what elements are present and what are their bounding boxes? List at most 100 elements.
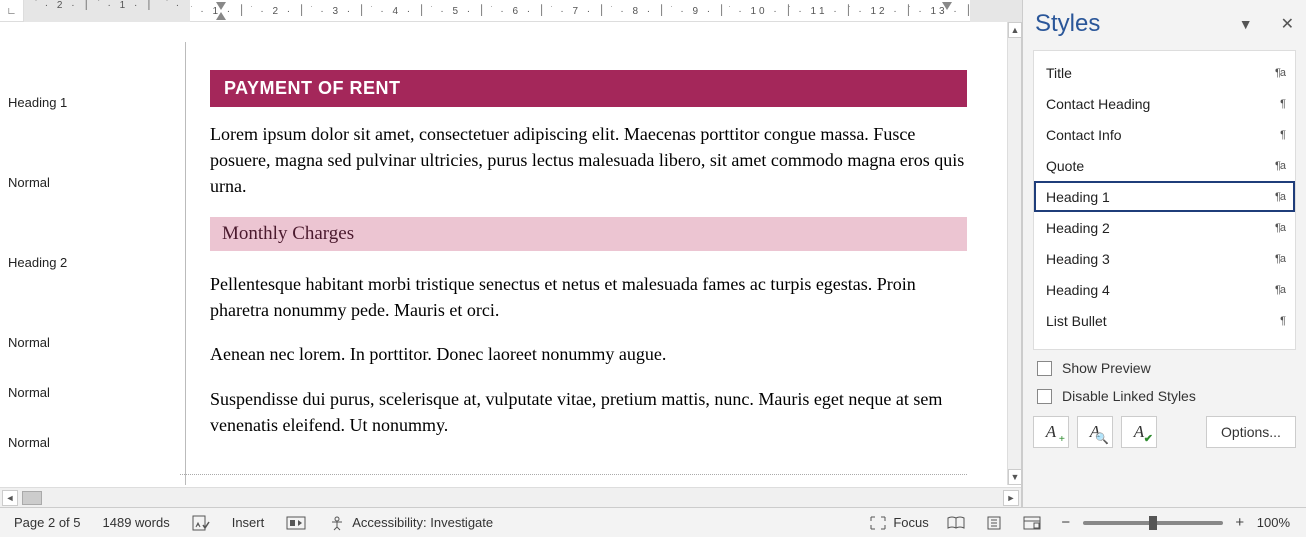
nav-style-label[interactable]: Heading 1 bbox=[0, 82, 180, 122]
paragraph[interactable]: Lorem ipsum dolor sit amet, consectetuer… bbox=[210, 121, 967, 199]
checkbox-icon bbox=[1037, 361, 1052, 376]
navigation-pane: Heading 1 Normal Heading 2 Normal Normal Norm… bbox=[0, 22, 180, 485]
spellcheck-button[interactable] bbox=[192, 515, 210, 531]
zoom-control: − + 100% bbox=[1059, 514, 1290, 531]
style-type-glyph: ¶ bbox=[1280, 129, 1285, 141]
heading-1[interactable]: PAYMENT OF RENT bbox=[210, 70, 967, 107]
show-preview-checkbox[interactable]: Show Preview bbox=[1037, 360, 1292, 376]
accessibility-checker[interactable]: Accessibility: Investigate bbox=[328, 515, 493, 531]
style-item[interactable]: Heading 1 ¶a bbox=[1034, 181, 1295, 212]
zoom-slider[interactable] bbox=[1083, 521, 1223, 525]
style-item[interactable]: Contact Heading ¶ bbox=[1034, 88, 1295, 119]
style-item[interactable]: Title ¶a bbox=[1034, 57, 1295, 88]
nav-style-label[interactable]: Normal bbox=[0, 322, 180, 362]
document-scroll: Heading 1 Normal Heading 2 Normal Normal Norm… bbox=[0, 22, 1007, 485]
style-item[interactable]: Heading 3 ¶a bbox=[1034, 243, 1295, 274]
style-item[interactable]: Contact Info ¶ bbox=[1034, 119, 1295, 150]
style-type-glyph: ¶ bbox=[1280, 98, 1285, 110]
checkbox-icon bbox=[1037, 389, 1052, 404]
web-layout-icon bbox=[1022, 515, 1042, 531]
styles-header: Styles ▼ ✕ bbox=[1023, 0, 1306, 50]
style-item[interactable]: Quote ¶a bbox=[1034, 150, 1295, 181]
first-line-indent-marker[interactable] bbox=[216, 2, 226, 10]
macros-icon bbox=[286, 515, 306, 531]
panel-options-dropdown[interactable]: ▼ bbox=[1239, 16, 1253, 32]
style-name: List Bullet bbox=[1046, 313, 1107, 329]
ruler-corner[interactable]: ∟ bbox=[0, 0, 24, 22]
paragraph[interactable]: Suspendisse dui purus, scelerisque at, v… bbox=[210, 386, 967, 438]
read-mode-button[interactable] bbox=[945, 513, 967, 533]
close-panel-button[interactable]: ✕ bbox=[1281, 14, 1294, 34]
nav-style-label[interactable]: Normal bbox=[0, 422, 180, 462]
styles-list[interactable]: Title ¶a Contact Heading ¶ Contact Info ¶ Quot… bbox=[1033, 50, 1296, 350]
focus-icon bbox=[869, 515, 887, 531]
zoom-percent[interactable]: 100% bbox=[1257, 515, 1290, 530]
checkbox-label: Disable Linked Styles bbox=[1062, 388, 1196, 404]
scrollbar-thumb[interactable] bbox=[22, 491, 42, 505]
page[interactable]: PAYMENT OF RENT Lorem ipsum dolor sit am… bbox=[180, 22, 1007, 485]
paragraph[interactable]: Pellentesque habitant morbi tristique se… bbox=[210, 271, 967, 323]
vertical-scrollbar[interactable]: ▲ ▼ bbox=[1007, 22, 1021, 485]
zoom-thumb[interactable] bbox=[1149, 516, 1157, 530]
horizontal-ruler[interactable]: ∟ ׂ · 2 · ׀ ׂ · 1 · ׀ ׂ · ׂ · 1 · ׀ׂ · 2… bbox=[0, 0, 1022, 22]
ruler-num: 1 bbox=[120, 0, 129, 11]
document-area: ∟ ׂ · 2 · ׀ ׂ · 1 · ׀ ׂ · ׂ · 1 · ׀ׂ · 2… bbox=[0, 0, 1022, 507]
style-type-glyph: ¶a bbox=[1275, 253, 1285, 265]
doc-content[interactable]: PAYMENT OF RENT Lorem ipsum dolor sit am… bbox=[210, 70, 967, 446]
manage-styles-button[interactable]: A✔ bbox=[1121, 416, 1157, 448]
new-style-button[interactable]: A+ bbox=[1033, 416, 1069, 448]
styles-footer: A+ A🔍 A✔ Options... bbox=[1023, 410, 1306, 458]
style-inspector-button[interactable]: A🔍 bbox=[1077, 416, 1113, 448]
read-mode-icon bbox=[946, 515, 966, 531]
focus-mode-button[interactable]: Focus bbox=[869, 515, 928, 531]
paragraph[interactable]: Aenean nec lorem. In porttitor. Donec la… bbox=[210, 341, 967, 367]
disable-linked-styles-checkbox[interactable]: Disable Linked Styles bbox=[1037, 388, 1292, 404]
nav-style-label[interactable]: Normal bbox=[0, 372, 180, 412]
page-border bbox=[185, 42, 186, 485]
style-type-glyph: ¶a bbox=[1275, 191, 1285, 203]
checkbox-label: Show Preview bbox=[1062, 360, 1151, 376]
zoom-out-button[interactable]: − bbox=[1059, 514, 1073, 531]
style-name: Contact Heading bbox=[1046, 96, 1150, 112]
style-name: Quote bbox=[1046, 158, 1084, 174]
style-name: Heading 1 bbox=[1046, 189, 1110, 205]
word-count[interactable]: 1489 words bbox=[103, 515, 170, 530]
scroll-right-button[interactable]: ► bbox=[1003, 490, 1019, 506]
accessibility-icon bbox=[328, 515, 346, 531]
insert-mode[interactable]: Insert bbox=[232, 515, 265, 530]
scroll-down-button[interactable]: ▼ bbox=[1008, 469, 1022, 485]
style-name: Contact Info bbox=[1046, 127, 1122, 143]
hanging-indent-marker[interactable] bbox=[216, 12, 226, 20]
nav-style-label[interactable]: Heading 2 bbox=[0, 242, 180, 282]
nav-style-label[interactable]: Normal bbox=[0, 162, 180, 202]
style-type-glyph: ¶a bbox=[1275, 160, 1285, 172]
right-indent-marker[interactable] bbox=[942, 2, 952, 10]
print-layout-button[interactable] bbox=[983, 513, 1005, 533]
ruler-num: 2 bbox=[57, 0, 66, 11]
ruler-track: ׂ · 2 · ׀ ׂ · 1 · ׀ ׂ · ׂ · 1 · ׀ׂ · 2 ·… bbox=[24, 0, 1022, 22]
style-type-glyph: ¶a bbox=[1275, 67, 1285, 79]
macros-button[interactable] bbox=[286, 515, 306, 531]
accessibility-label: Accessibility: Investigate bbox=[352, 515, 493, 530]
style-name: Heading 4 bbox=[1046, 282, 1110, 298]
style-item[interactable]: List Bullet¶ bbox=[1034, 305, 1295, 336]
scroll-left-button[interactable]: ◄ bbox=[2, 490, 18, 506]
style-name: Heading 3 bbox=[1046, 251, 1110, 267]
web-layout-button[interactable] bbox=[1021, 513, 1043, 533]
zoom-in-button[interactable]: + bbox=[1233, 514, 1247, 531]
spellcheck-icon bbox=[192, 515, 210, 531]
style-name: Heading 2 bbox=[1046, 220, 1110, 236]
style-type-glyph: ¶a bbox=[1275, 222, 1285, 234]
styles-title: Styles bbox=[1035, 10, 1100, 38]
page-indicator[interactable]: Page 2 of 5 bbox=[14, 515, 81, 530]
style-name: Title bbox=[1046, 65, 1072, 81]
style-item[interactable]: Heading 4 ¶a bbox=[1034, 274, 1295, 305]
page-break-line bbox=[180, 474, 967, 475]
styles-options-button[interactable]: Options... bbox=[1206, 416, 1296, 448]
scroll-up-button[interactable]: ▲ bbox=[1008, 22, 1022, 38]
focus-label: Focus bbox=[893, 515, 928, 530]
style-type-glyph: ¶a bbox=[1275, 284, 1285, 296]
style-item[interactable]: Heading 2 ¶a bbox=[1034, 212, 1295, 243]
horizontal-scrollbar[interactable]: ◄ ► bbox=[0, 487, 1021, 507]
heading-2[interactable]: Monthly Charges bbox=[210, 217, 967, 251]
